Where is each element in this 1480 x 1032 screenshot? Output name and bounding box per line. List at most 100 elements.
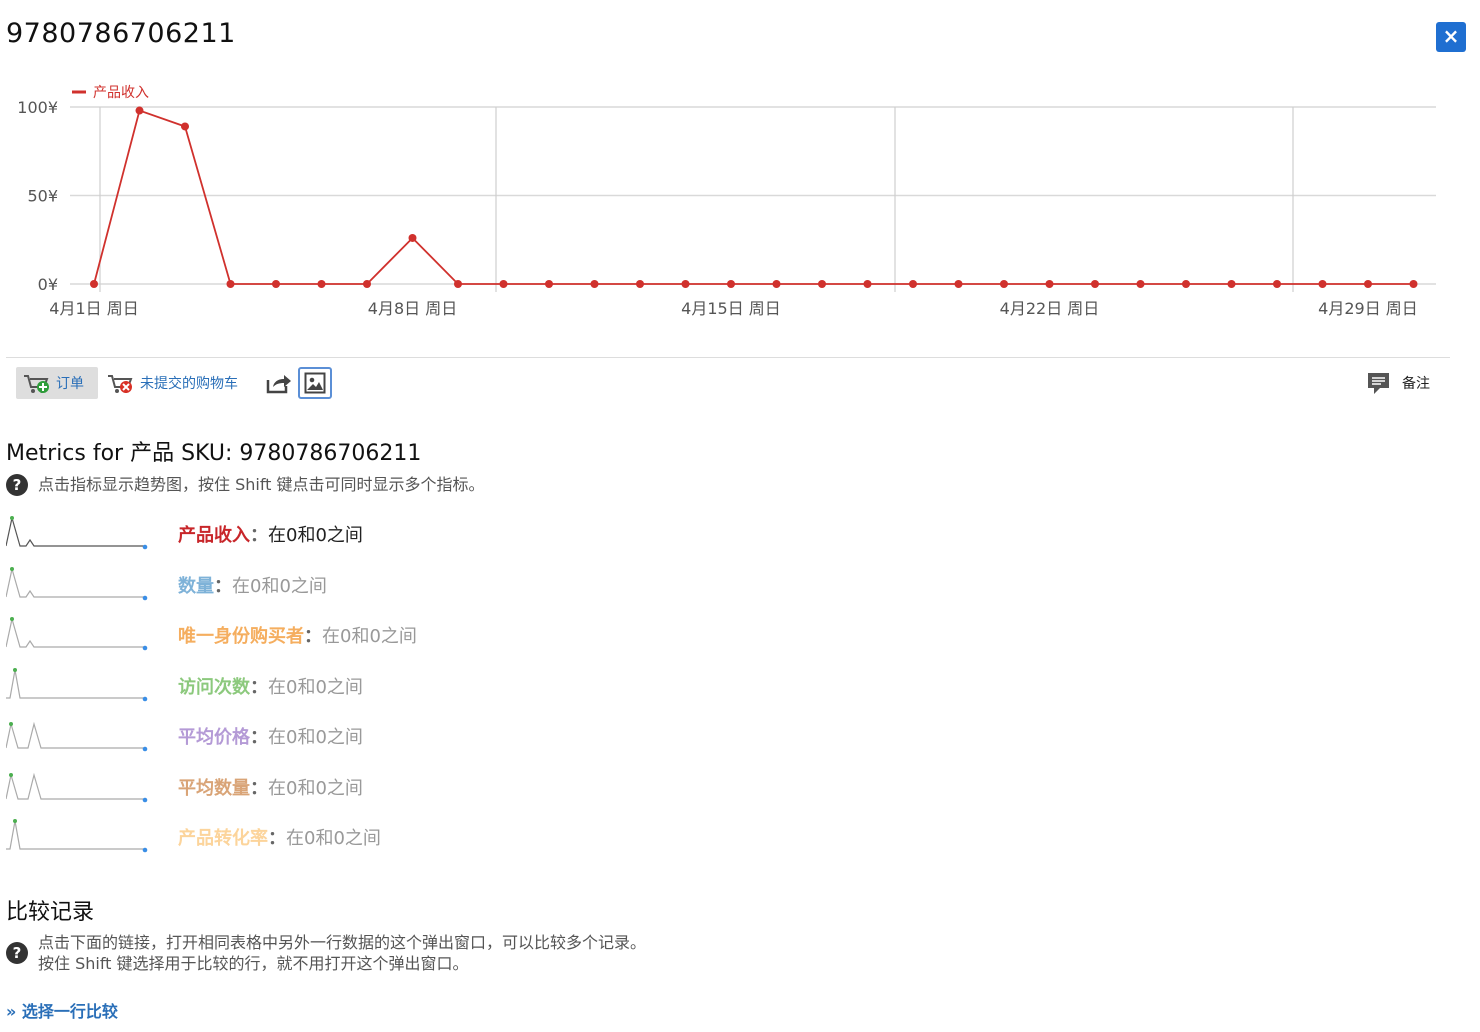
- data-point[interactable]: [1273, 280, 1281, 288]
- data-point[interactable]: [135, 106, 144, 115]
- metric-range: 在0和0之间: [268, 727, 363, 748]
- data-point[interactable]: [1182, 280, 1190, 288]
- data-point[interactable]: [226, 280, 235, 288]
- data-point[interactable]: [90, 280, 98, 288]
- orders-button[interactable]: 订单: [16, 367, 98, 399]
- sparkline-path: [6, 669, 146, 699]
- sparkline-last-marker: [142, 696, 148, 701]
- sparkline-max-marker: [10, 566, 14, 571]
- data-point[interactable]: [1000, 280, 1008, 288]
- metric-range: 在0和0之间: [268, 676, 363, 698]
- metric-name: 平均价格: [178, 727, 250, 748]
- metric-row[interactable]: 平均数量：在0和0之间: [6, 765, 606, 805]
- metric-sparkline: [6, 566, 148, 600]
- metric-sparkline: [6, 772, 148, 802]
- data-point[interactable]: [681, 280, 690, 288]
- sparkline-max-marker: [10, 617, 14, 621]
- compare-help-line2: 按住 Shift 键选择用于比较的行，就不用打开这个弹出窗口。: [38, 954, 469, 973]
- metric-name: 产品收入: [178, 525, 250, 546]
- revenue-line-chart: 0¥ 50¥ 100¥ 4月1日 周日 4月8日 周日 4月15日 周日 4月22日 周日 4…: [17, 85, 1436, 318]
- sparkline-max-marker: [9, 772, 13, 777]
- metric-label: 访问次数：在0和0之间: [178, 673, 363, 699]
- data-point[interactable]: [727, 280, 735, 288]
- abandoned-cart-button[interactable]: 未提交的购物车: [106, 367, 238, 399]
- metric-separator: ：: [250, 525, 268, 546]
- x-tick-label: 4月8日 周日: [368, 299, 457, 318]
- page-title: 9780786706211: [6, 18, 236, 49]
- legend-label[interactable]: 产品收入: [93, 85, 149, 101]
- metric-range: 在0和0之间: [322, 626, 417, 647]
- metric-row[interactable]: 访问次数：在0和0之间: [6, 664, 606, 704]
- close-button[interactable]: ×: [1436, 22, 1466, 52]
- data-point[interactable]: [772, 280, 781, 288]
- x-tick-label: 4月15日 周日: [681, 299, 781, 318]
- metric-row[interactable]: 唯一身份购买者：在0和0之间: [6, 613, 606, 653]
- export-icon: [266, 375, 291, 394]
- metric-row[interactable]: 数量：在0和0之间: [6, 563, 606, 603]
- metric-sparkline: [6, 617, 148, 651]
- data-point[interactable]: [454, 280, 462, 288]
- x-tick-label: 4月22日 周日: [1000, 299, 1100, 318]
- orders-label: 订单: [56, 376, 84, 392]
- sparkline-path: [6, 772, 146, 800]
- help-icon: ?: [6, 942, 28, 964]
- data-point[interactable]: [818, 280, 826, 288]
- metric-sparkline: [6, 516, 148, 550]
- metric-sparkline: [6, 819, 148, 853]
- metric-row[interactable]: 产品转化率：在0和0之间: [6, 815, 606, 855]
- notes-label: 备注: [1402, 376, 1430, 392]
- image-icon: [304, 372, 326, 394]
- metric-row[interactable]: 产品收入：在0和0之间: [6, 512, 606, 552]
- metric-label: 数量：在0和0之间: [178, 572, 327, 598]
- data-point[interactable]: [1364, 280, 1372, 288]
- data-point[interactable]: [499, 280, 508, 288]
- y-tick-label: 50¥: [27, 187, 58, 206]
- metric-label: 产品转化率：在0和0之间: [178, 824, 381, 850]
- metric-label: 产品收入：在0和0之间: [178, 521, 363, 547]
- data-point[interactable]: [363, 280, 371, 288]
- data-point[interactable]: [1227, 280, 1236, 288]
- data-point[interactable]: [590, 280, 599, 288]
- metric-range: 在0和0之间: [232, 575, 327, 597]
- export-button[interactable]: [264, 367, 292, 399]
- y-tick-label: 100¥: [17, 98, 58, 117]
- x-tick-label: 4月29日 周日: [1318, 299, 1418, 318]
- sparkline-last-marker: [142, 595, 148, 600]
- compare-heading: 比较记录: [6, 900, 95, 925]
- toolbar: 订单 未提交的购物车 备注: [16, 367, 1456, 401]
- data-point[interactable]: [636, 280, 644, 288]
- data-point[interactable]: [1318, 280, 1327, 288]
- export-image-button[interactable]: [298, 367, 332, 399]
- cart-add-icon: [24, 375, 49, 393]
- data-point[interactable]: [954, 280, 963, 288]
- data-point[interactable]: [181, 122, 189, 131]
- data-point[interactable]: [408, 233, 417, 242]
- series-line: [93, 109, 1414, 285]
- y-tick-label: 0¥: [38, 275, 58, 294]
- data-point[interactable]: [317, 280, 326, 288]
- metric-name: 产品转化率: [178, 828, 268, 849]
- data-point[interactable]: [909, 280, 917, 288]
- data-point[interactable]: [1409, 280, 1418, 288]
- sparkline-path: [6, 820, 146, 850]
- metric-separator: ：: [304, 626, 322, 647]
- notes-button[interactable]: 备注: [1366, 367, 1430, 399]
- metrics-help-text: 点击指标显示趋势图，按住 Shift 键点击可同时显示多个指标。: [38, 475, 485, 494]
- metric-range: 在0和0之间: [286, 828, 381, 849]
- data-point[interactable]: [272, 280, 280, 288]
- data-point[interactable]: [545, 280, 553, 288]
- data-point[interactable]: [1045, 280, 1054, 288]
- compare-help: ? 点击下面的链接，打开相同表格中另外一行数据的这个弹出窗口，可以比较多个记录。…: [6, 932, 646, 974]
- sparkline-last-marker: [142, 847, 148, 853]
- metric-sparkline: [6, 667, 148, 701]
- metric-separator: ：: [250, 727, 268, 748]
- help-icon: ?: [6, 474, 28, 496]
- cart-remove-icon: [108, 375, 133, 393]
- metric-label: 平均价格：在0和0之间: [178, 723, 363, 749]
- data-point[interactable]: [1136, 280, 1145, 288]
- data-point[interactable]: [1091, 280, 1099, 288]
- data-point[interactable]: [863, 280, 872, 288]
- metric-row[interactable]: 平均价格：在0和0之间: [6, 714, 606, 754]
- select-row-compare-link[interactable]: » 选择一行比较: [6, 998, 118, 1022]
- sparkline-last-marker: [142, 544, 148, 550]
